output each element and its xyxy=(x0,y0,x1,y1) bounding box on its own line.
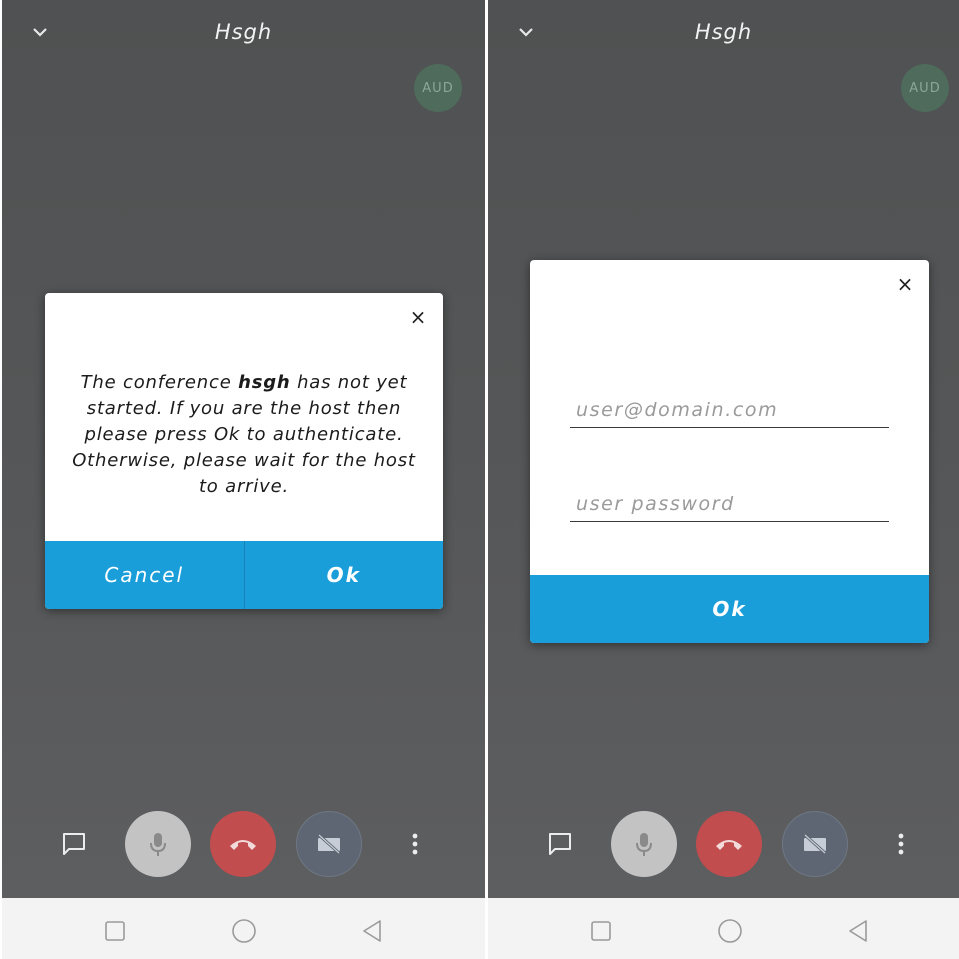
microphone-button[interactable] xyxy=(611,811,677,877)
close-icon[interactable]: × xyxy=(895,272,915,296)
conference-title: Hsgh xyxy=(214,20,273,44)
video-button[interactable] xyxy=(782,811,848,877)
waiting-for-host-dialog: × The conference hsgh has not yet starte… xyxy=(45,293,443,609)
login-dialog: × Ok xyxy=(530,260,929,643)
conference-stage: Hsgh AUD × Ok xyxy=(488,0,959,898)
microphone-icon xyxy=(150,833,166,856)
recent-apps-icon[interactable] xyxy=(588,918,614,944)
chat-icon xyxy=(63,833,85,855)
back-icon[interactable] xyxy=(846,918,872,944)
more-vertical-icon xyxy=(412,833,418,855)
conference-title: Hsgh xyxy=(694,20,753,44)
screen-login: Hsgh AUD × Ok xyxy=(488,0,959,959)
chat-button[interactable] xyxy=(543,827,577,861)
chat-icon xyxy=(549,833,571,855)
close-icon[interactable]: × xyxy=(408,305,428,329)
more-options-button[interactable] xyxy=(884,827,918,861)
more-vertical-icon xyxy=(898,833,904,855)
cancel-button[interactable]: Cancel xyxy=(45,541,244,609)
password-field xyxy=(570,481,889,522)
phone-hangup-icon xyxy=(230,840,256,850)
ok-button[interactable]: Ok xyxy=(530,575,929,643)
hangup-button[interactable] xyxy=(210,811,276,877)
dialog-button-row: Ok xyxy=(530,575,929,643)
video-button[interactable] xyxy=(296,811,362,877)
conference-stage: Hsgh AUD × The conference hsgh has not y… xyxy=(2,0,485,898)
username-field xyxy=(570,387,889,428)
dialog-message: The conference hsgh has not yet started.… xyxy=(72,372,416,497)
microphone-button[interactable] xyxy=(125,811,191,877)
hangup-button[interactable] xyxy=(696,811,762,877)
home-icon[interactable] xyxy=(231,918,257,944)
screen-waiting: Hsgh AUD × The conference hsgh has not y… xyxy=(2,0,485,959)
ok-button[interactable]: Ok xyxy=(245,541,444,609)
more-options-button[interactable] xyxy=(398,827,432,861)
audio-only-badge: AUD xyxy=(414,64,462,112)
phone-hangup-icon xyxy=(716,840,742,850)
back-icon[interactable] xyxy=(360,918,386,944)
password-input[interactable] xyxy=(570,493,889,515)
home-icon[interactable] xyxy=(717,918,743,944)
audio-only-badge: AUD xyxy=(901,64,949,112)
video-off-icon xyxy=(803,833,827,855)
video-off-icon xyxy=(317,833,341,855)
username-input[interactable] xyxy=(570,399,889,421)
microphone-icon xyxy=(636,833,652,856)
dialog-button-row: Cancel Ok xyxy=(45,541,443,609)
recent-apps-icon[interactable] xyxy=(102,918,128,944)
chat-button[interactable] xyxy=(57,827,91,861)
